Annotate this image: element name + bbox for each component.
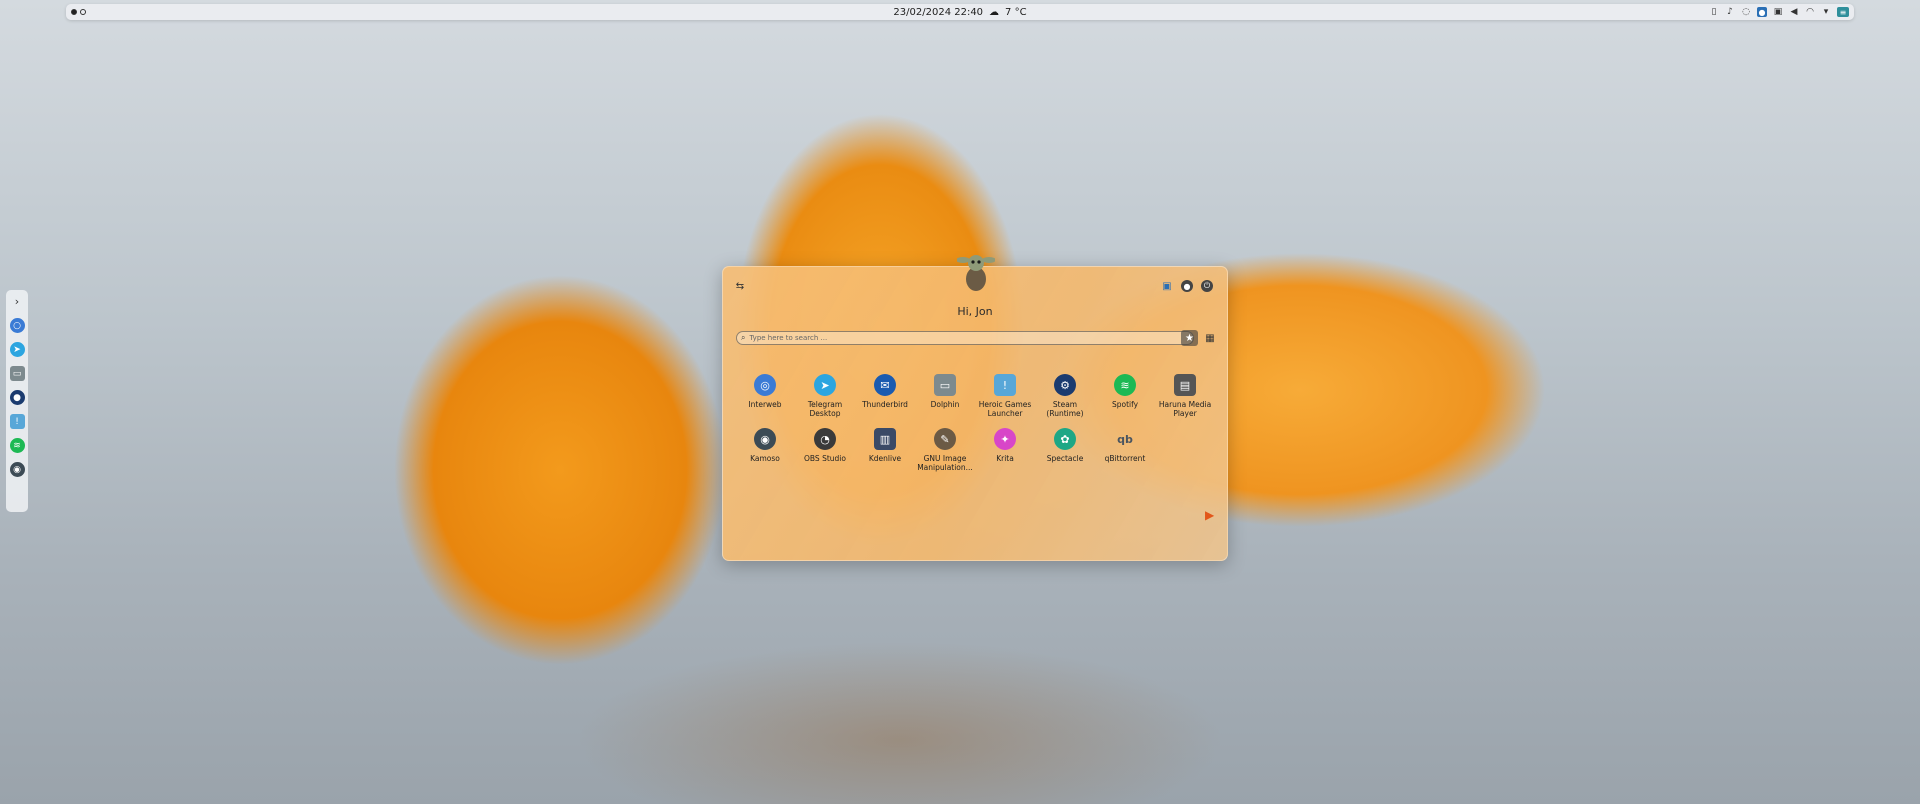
app-label: Dolphin (930, 400, 960, 409)
cloud-night-icon: ☁ (989, 6, 1000, 18)
lock-icon: ● (1181, 280, 1193, 292)
application-launcher: ⇆ ▣ ● ⏻ Hi, Jon ⌕ ★ ▦ ◎ Interweb ➤ Telegram… (722, 255, 1228, 561)
app-item[interactable]: ▭ Dolphin (915, 374, 975, 418)
user-avatar[interactable] (957, 245, 995, 291)
steam-icon[interactable]: ● (9, 390, 25, 405)
clipboard-icon[interactable]: ▯ (1709, 7, 1719, 17)
app-label: Telegram Desktop (807, 400, 843, 418)
left-dock: › ○ ➤ ▭ ● ! ≋ ◉ (6, 290, 28, 512)
steam-icon: ⚙ (1054, 374, 1076, 396)
krita-icon: ✦ (994, 428, 1016, 450)
app-label: Spotify (1111, 400, 1139, 409)
launcher-icon[interactable]: › (10, 294, 25, 309)
app-item[interactable]: ▥ Kdenlive (855, 428, 915, 472)
app-label: Heroic Games Launcher (978, 400, 1032, 418)
temperature-label: 7 °C (1005, 6, 1027, 18)
app-label: Steam (Runtime) (1046, 400, 1084, 418)
activity-icon[interactable]: ♪ (1725, 7, 1735, 17)
search-input[interactable] (749, 334, 1193, 342)
gimp-icon: ✎ (934, 428, 956, 450)
telegram-icon[interactable]: ➤ (9, 342, 25, 357)
app-grid: ◎ Interweb ➤ Telegram Desktop ✉ Thunderbird ▭ D… (735, 374, 1215, 472)
search-icon: ⌕ (741, 333, 746, 342)
app-item[interactable]: ✦ Krita (975, 428, 1035, 472)
datetime-label: 23/02/2024 22:40 (893, 6, 984, 18)
lock-screen-button[interactable]: ● (1180, 279, 1194, 293)
vpn-icon[interactable]: ◌ (1741, 7, 1751, 17)
kamoso-icon[interactable]: ◉ (9, 462, 25, 477)
power-button[interactable]: ⏻ (1200, 279, 1214, 293)
app-item[interactable]: ◔ OBS Studio (795, 428, 855, 472)
app-item[interactable]: ⚙ Steam (Runtime) (1035, 374, 1095, 418)
app-label: Kdenlive (868, 454, 902, 463)
greeting-text: Hi, Jon (957, 305, 993, 318)
app-label: Krita (996, 454, 1014, 463)
chevron-down-icon[interactable]: ▾ (1821, 7, 1831, 17)
app-menu-icon[interactable]: ≡ (1837, 7, 1849, 17)
dolphin-icon[interactable]: ▭ (9, 366, 25, 381)
desktop-1-indicator[interactable] (71, 9, 77, 15)
app-label: Haruna Media Player (1158, 400, 1212, 418)
top-panel: 23/02/2024 22:40 ☁ 7 °C ▯ ♪ ◌ ● ▣ ◀ ◠ ▾ … (66, 4, 1854, 20)
app-label: Kamoso (750, 454, 780, 463)
app-item[interactable]: ✿ Spectacle (1035, 428, 1095, 472)
star-icon: ★ (1185, 332, 1194, 344)
kdenlive-icon: ▥ (874, 428, 896, 450)
app-label: GNU Image Manipulation... (917, 454, 973, 472)
webcam-icon: ◉ (754, 428, 776, 450)
settings-sliders-icon[interactable]: ⇆ (733, 279, 747, 293)
display-icon[interactable]: ▣ (1773, 7, 1783, 17)
favorites-view-button[interactable]: ★ (1181, 330, 1198, 346)
qbittorrent-icon: qb (1117, 432, 1133, 446)
app-item[interactable]: ! Heroic Games Launcher (975, 374, 1035, 418)
virtual-desktop-pager[interactable] (71, 9, 86, 15)
spotify-icon: ≋ (1114, 374, 1136, 396)
app-label: Spectacle (1046, 454, 1084, 463)
wifi-icon[interactable]: ◠ (1805, 7, 1815, 17)
search-bar[interactable]: ⌕ (736, 331, 1194, 345)
dolphin-icon: ▭ (934, 374, 956, 396)
volume-icon[interactable]: ◀ (1789, 7, 1799, 17)
spectacle-icon: ✿ (1054, 428, 1076, 450)
home-folder-icon[interactable]: ▣ (1160, 279, 1174, 293)
app-item[interactable]: ✉ Thunderbird (855, 374, 915, 418)
mouse-cursor-icon: ▶ (1205, 508, 1215, 522)
steam-icon[interactable]: ● (1757, 7, 1767, 17)
telegram-icon: ➤ (814, 374, 836, 396)
app-item[interactable]: ≋ Spotify (1095, 374, 1155, 418)
film-icon: ▤ (1174, 374, 1196, 396)
power-icon: ⏻ (1201, 280, 1213, 292)
app-label: Interweb (748, 400, 782, 409)
spotify-icon[interactable]: ≋ (9, 438, 25, 453)
app-label: OBS Studio (804, 454, 846, 463)
app-item[interactable]: ◎ Interweb (735, 374, 795, 418)
heroic-icon[interactable]: ! (9, 414, 25, 429)
app-item[interactable]: ▤ Haruna Media Player (1155, 374, 1215, 418)
all-apps-view-button[interactable]: ▦ (1203, 330, 1217, 346)
clock-widget[interactable]: 23/02/2024 22:40 ☁ 7 °C (893, 7, 1026, 18)
app-label: qBittorrent (1104, 454, 1146, 463)
app-item[interactable]: ✎ GNU Image Manipulation... (915, 428, 975, 472)
thunderbird-icon: ✉ (874, 374, 896, 396)
desktop-2-indicator[interactable] (80, 9, 86, 15)
heroic-icon: ! (994, 374, 1016, 396)
app-label: Thunderbird (862, 400, 908, 409)
chromium-icon: ◎ (754, 374, 776, 396)
system-tray: ▯ ♪ ◌ ● ▣ ◀ ◠ ▾ ≡ (1709, 7, 1849, 17)
app-item[interactable]: ◉ Kamoso (735, 428, 795, 472)
grid-icon: ▦ (1205, 332, 1215, 344)
app-item[interactable]: qb qBittorrent (1095, 428, 1155, 472)
chromium-icon[interactable]: ○ (9, 318, 25, 333)
obs-icon: ◔ (814, 428, 836, 450)
app-item[interactable]: ➤ Telegram Desktop (795, 374, 855, 418)
